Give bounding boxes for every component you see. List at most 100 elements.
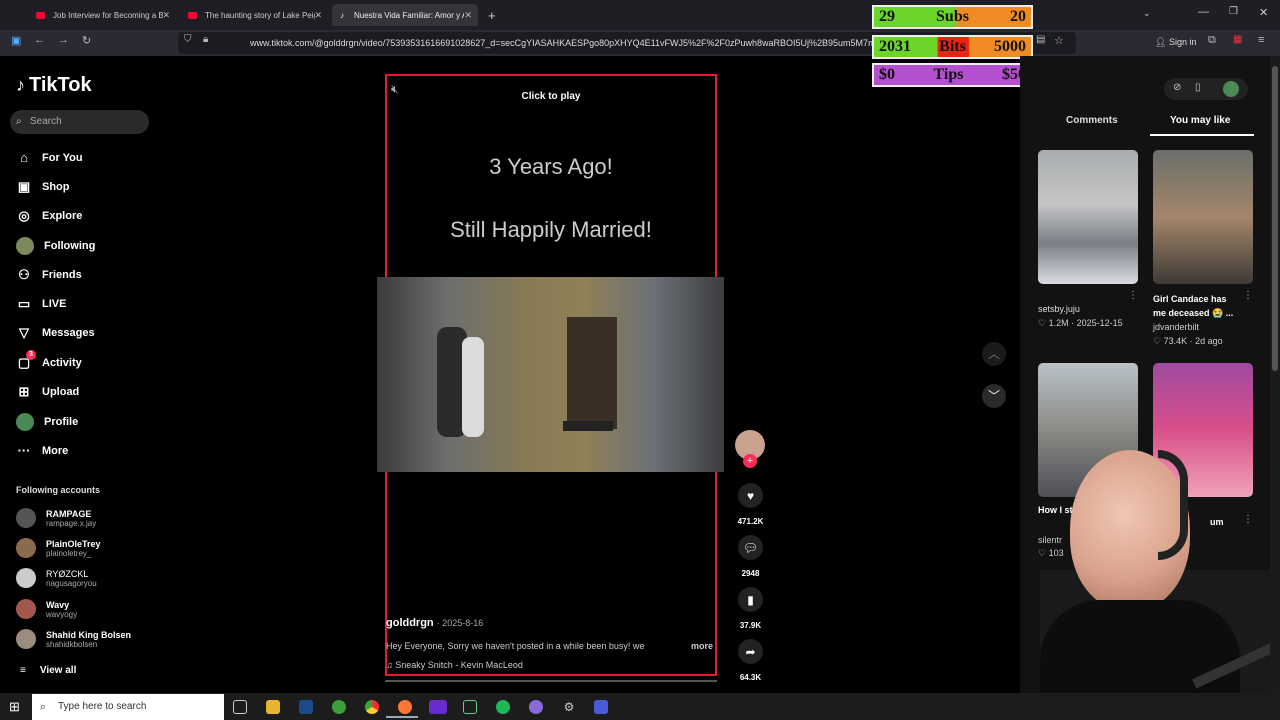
new-tab-button[interactable]: +	[488, 8, 496, 23]
sidebar-item-label: Explore	[42, 210, 83, 222]
close-icon[interactable]: ✕	[464, 10, 472, 21]
terminal-icon[interactable]	[463, 700, 477, 714]
sidebar-item-profile[interactable]: Profile	[16, 413, 78, 431]
page-scrollbar[interactable]	[1270, 56, 1280, 693]
sidebar-item-more[interactable]: ··· More	[16, 443, 69, 458]
follow-plus-button[interactable]: +	[743, 454, 757, 468]
sidebar-item-live[interactable]: ▭ LIVE	[16, 296, 67, 312]
more-options-icon[interactable]: ⋮	[1128, 290, 1138, 301]
forward-button[interactable]: →	[58, 34, 69, 46]
sidebar-item-upload[interactable]: ⊞ Upload	[16, 384, 80, 400]
addon-icon[interactable]: ▦	[1233, 34, 1242, 45]
device-icon[interactable]: ▯	[1195, 82, 1201, 93]
obs-icon[interactable]	[529, 700, 543, 714]
video-thumbnail[interactable]	[1038, 150, 1138, 284]
sidebar-item-shop[interactable]: ▣ Shop	[16, 179, 70, 195]
scrollbar-thumb[interactable]	[1272, 66, 1278, 371]
reload-button[interactable]: ↻	[82, 34, 91, 47]
reader-icon[interactable]: ▤	[1036, 34, 1045, 45]
account-item[interactable]: RYØZCKL nagusagoryou	[16, 568, 97, 588]
tab-lake-peigneur[interactable]: The haunting story of Lake Peig ✕	[180, 4, 328, 26]
tiktok-logo[interactable]: ♪ TikTok	[16, 74, 92, 97]
video-progress-bar[interactable]	[385, 680, 717, 682]
account-handle: plainoletrey_	[46, 548, 92, 558]
restore-button[interactable]: ❐	[1229, 6, 1238, 17]
account-item[interactable]: Shahid King Bolsen shahidkbolsen	[16, 629, 131, 649]
comment-button[interactable]: 💬︎	[738, 535, 763, 560]
sidebar-item-friends[interactable]: ⚇ Friends	[16, 267, 82, 283]
sidebar-item-label: Friends	[42, 269, 82, 281]
subs-label: Subs	[936, 8, 969, 25]
tab-list-icon[interactable]: ⌄	[1143, 8, 1151, 19]
file-explorer-icon[interactable]	[266, 700, 280, 714]
account-handle: wavyogy	[46, 609, 78, 619]
shield-icon[interactable]: ⛉	[184, 34, 192, 45]
sidebar-item-for-you[interactable]: ⌂ For You	[16, 150, 82, 165]
firefox-icon[interactable]	[398, 700, 412, 714]
send-icon: ▽	[19, 325, 29, 340]
tiktok-note-icon: ♪	[16, 75, 25, 95]
taskbar-search-input[interactable]: ⌕ Type here to search	[32, 694, 224, 720]
windows-start-icon[interactable]: ⊞	[9, 699, 20, 715]
back-button[interactable]: ←	[34, 34, 45, 46]
like-count: 471.2K	[737, 517, 764, 526]
card-title[interactable]: Girl Candace has me deceased 😭 ...	[1153, 292, 1241, 320]
previous-video-button[interactable]: ︿	[982, 342, 1006, 366]
account-item[interactable]: RAMPAGE rampage.x.jay	[16, 508, 96, 528]
caption-more-button[interactable]: more	[691, 641, 713, 651]
like-button[interactable]: ♥	[738, 483, 763, 508]
sidebar-item-messages[interactable]: ▽ Messages	[16, 325, 95, 341]
video-frame-hallway	[377, 277, 724, 472]
lock-icon[interactable]: 🔒︎	[203, 34, 208, 45]
xbox-icon[interactable]	[332, 700, 346, 714]
logo-text: TikTok	[29, 74, 92, 96]
more-options-icon[interactable]: ⋮	[1243, 290, 1253, 301]
comment-icon: 💬︎	[742, 540, 759, 555]
list-icon: ≡	[20, 665, 26, 676]
steam-icon[interactable]	[299, 700, 313, 714]
view-all-link[interactable]: ≡ View all	[20, 665, 76, 676]
bits-label: Bits	[939, 38, 966, 55]
video-thumbnail[interactable]	[1153, 150, 1253, 284]
save-button[interactable]: ▮	[738, 587, 763, 612]
tab-you-may-like[interactable]: You may like	[1170, 115, 1230, 126]
nzxt-icon[interactable]	[429, 700, 447, 714]
menu-icon[interactable]: ≡	[1258, 34, 1264, 46]
profile-avatar-icon[interactable]	[1223, 81, 1239, 97]
tab-tiktok-active[interactable]: ♪ Nuestra Vida Familiar: Amor y A ✕	[332, 4, 478, 26]
tab-job-interview[interactable]: Job Interview for Becoming a Bl ✕	[28, 4, 176, 26]
app-icon[interactable]	[594, 700, 608, 714]
sidebar-item-explore[interactable]: ◎ Explore	[16, 208, 82, 224]
account-item[interactable]: Wavy wavyogy	[16, 599, 77, 619]
search-input[interactable]: ⌕ Search	[10, 110, 149, 134]
sidebar-item-following[interactable]: Following	[16, 237, 95, 255]
avatar	[16, 629, 36, 649]
bookmark-star-icon[interactable]: ☆	[1054, 34, 1064, 47]
next-video-button[interactable]: ﹀	[982, 384, 1006, 408]
signin-button[interactable]: 👤︎ Sign in	[1155, 37, 1196, 48]
spotify-icon[interactable]	[496, 700, 510, 714]
bits-goal-overlay: 2031 Bits 5000	[872, 35, 1033, 59]
extensions-icon[interactable]: ⧉	[1208, 34, 1216, 47]
music-info[interactable]: ♫ Sneaky Snitch - Kevin MacLeod	[386, 660, 523, 670]
compass-icon[interactable]: ⊘	[1173, 82, 1181, 93]
video-author[interactable]: golddrgn · 2025-8-16	[386, 617, 483, 629]
upload-icon: ⊞	[18, 384, 30, 399]
sidebar-item-label: Activity	[42, 357, 82, 369]
sidebar-item-activity[interactable]: ▢ 3 Activity	[16, 350, 82, 371]
share-count: 64.3K	[739, 673, 762, 682]
share-button[interactable]: ➦	[738, 639, 763, 664]
minimize-button[interactable]: —	[1198, 6, 1209, 18]
settings-gear-icon[interactable]: ⚙	[562, 700, 576, 714]
click-to-play-label[interactable]: Click to play	[385, 91, 717, 102]
video-caption: Hey Everyone, Sorry we haven't posted in…	[386, 641, 645, 651]
close-window-button[interactable]: ✕	[1259, 6, 1268, 19]
account-item[interactable]: PlainOleTrey plainoletrey_	[16, 538, 101, 558]
card-title[interactable]: setsby.juju	[1038, 304, 1080, 314]
tab-comments[interactable]: Comments	[1066, 115, 1118, 126]
sidebar-toggle-icon[interactable]: ▣	[11, 34, 21, 47]
close-icon[interactable]: ✕	[314, 10, 322, 21]
task-view-icon[interactable]	[233, 700, 247, 714]
close-icon[interactable]: ✕	[162, 10, 170, 21]
chrome-icon[interactable]	[365, 700, 379, 714]
